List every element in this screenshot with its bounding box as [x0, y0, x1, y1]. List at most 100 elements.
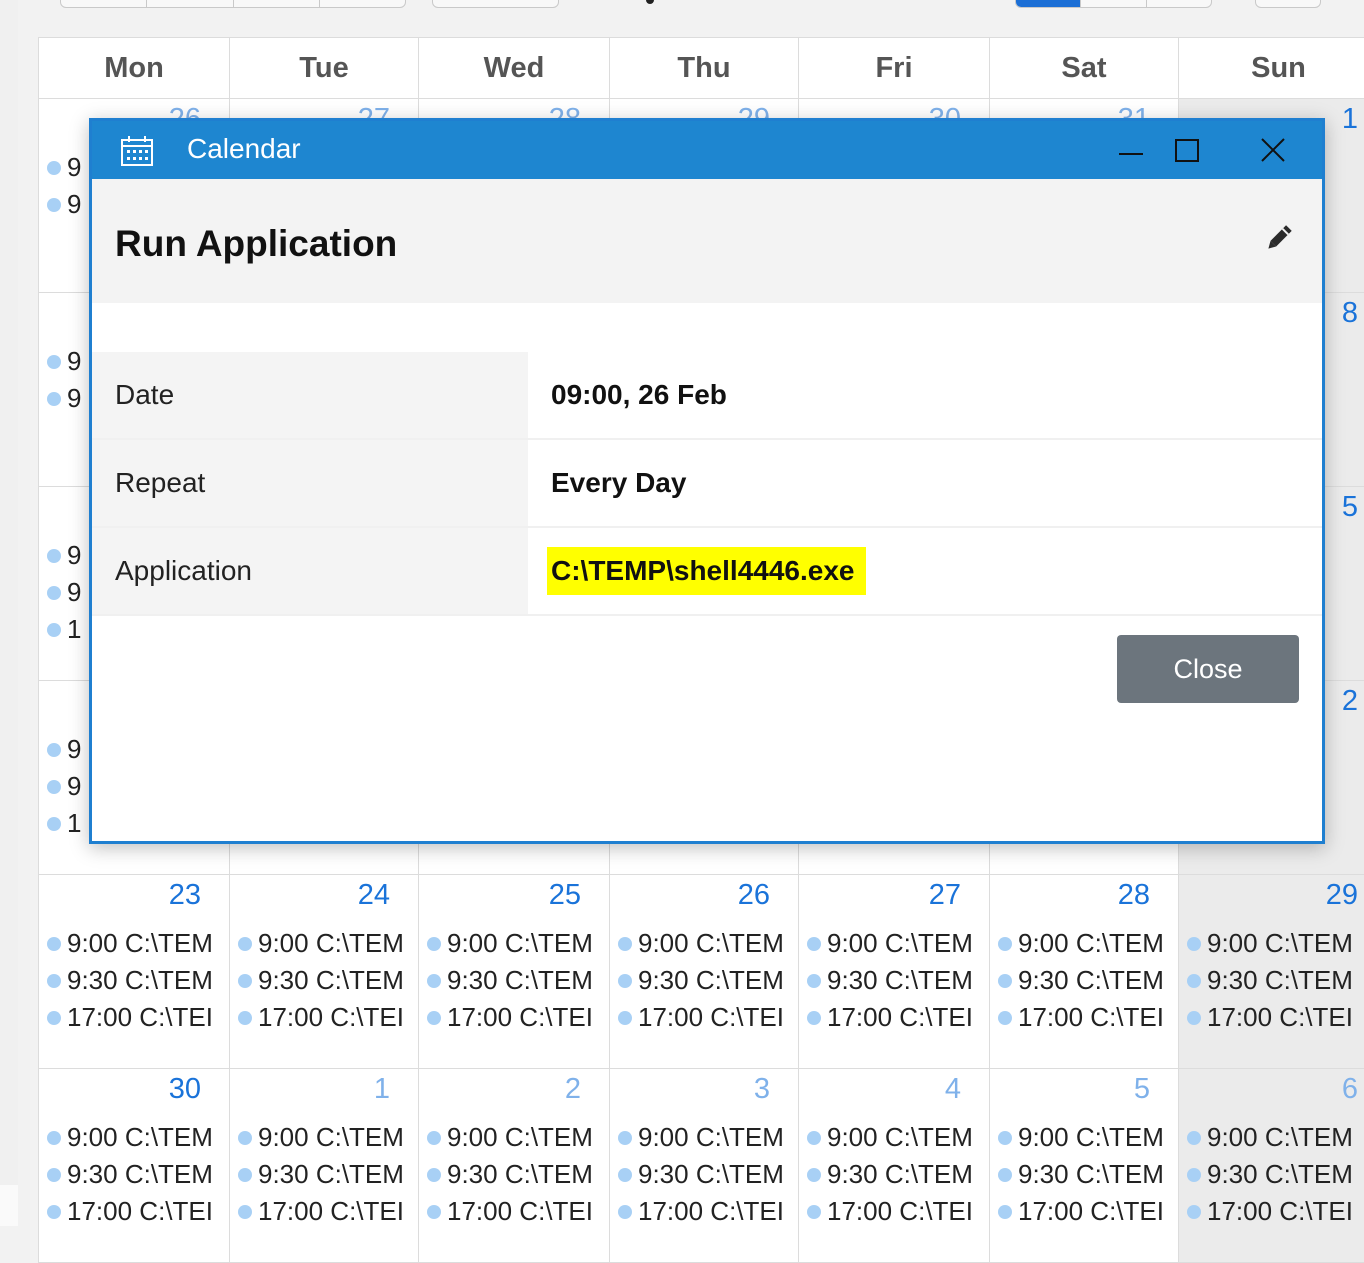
calendar-event[interactable]: 9:00 C:\TEM: [807, 925, 989, 962]
calendar-event[interactable]: 9:30 C:\TEM: [47, 1156, 229, 1193]
day-cell[interactable]: 25 9:00 C:\TEM 9:30 C:\TEM 17:00 C:\TEI: [419, 875, 610, 1068]
calendar-event[interactable]: 9:30 C:\TEM: [807, 962, 989, 999]
event-text: 9: [67, 189, 82, 219]
event-dot-icon: [47, 622, 61, 637]
day-cell[interactable]: 24 9:00 C:\TEM 9:30 C:\TEM 17:00 C:\TEI: [230, 875, 419, 1068]
calendar-event[interactable]: 9:30 C:\TEM: [238, 962, 418, 999]
dialog-header: Run Application: [92, 179, 1322, 303]
event-dot-icon: [47, 1130, 61, 1145]
minimize-icon[interactable]: [1108, 127, 1154, 173]
calendar-event[interactable]: 17:00 C:\TEI: [1187, 999, 1364, 1036]
calendar-event[interactable]: 17:00 C:\TEI: [427, 999, 609, 1036]
calendar-event[interactable]: 9:00 C:\TEM: [47, 1119, 229, 1156]
day-number[interactable]: 24: [358, 879, 390, 912]
day-cell[interactable]: 6 9:00 C:\TEM 9:30 C:\TEM 17:00 C:\TEI: [1179, 1069, 1364, 1262]
calendar-event[interactable]: 9:30 C:\TEM: [807, 1156, 989, 1193]
calendar-event[interactable]: 9:00 C:\TEM: [807, 1119, 989, 1156]
today-button[interactable]: [432, 0, 559, 8]
day-cell[interactable]: 2 9:00 C:\TEM 9:30 C:\TEM 17:00 C:\TEI: [419, 1069, 610, 1262]
calendar-event[interactable]: 9:30 C:\TEM: [998, 962, 1178, 999]
day-cell[interactable]: 28 9:00 C:\TEM 9:30 C:\TEM 17:00 C:\TEI: [990, 875, 1179, 1068]
calendar-event[interactable]: 9:30 C:\TEM: [1187, 962, 1364, 999]
calendar-event[interactable]: 17:00 C:\TEI: [998, 1193, 1178, 1230]
day-number[interactable]: 5: [1134, 1073, 1150, 1106]
toolbar-extra-button[interactable]: [1255, 0, 1321, 8]
day-cell[interactable]: 23 9:00 C:\TEM 9:30 C:\TEM 17:00 C:\TEI: [39, 875, 230, 1068]
event-dot-icon: [618, 1130, 632, 1145]
day-cell[interactable]: 4 9:00 C:\TEM 9:30 C:\TEM 17:00 C:\TEI: [799, 1069, 990, 1262]
calendar-event[interactable]: 17:00 C:\TEI: [807, 1193, 989, 1230]
calendar-event[interactable]: 9:00 C:\TEM: [47, 925, 229, 962]
calendar-event[interactable]: 9:00 C:\TEM: [998, 925, 1178, 962]
calendar-event[interactable]: 9:30 C:\TEM: [618, 1156, 798, 1193]
calendar-event[interactable]: 17:00 C:\TEI: [1187, 1193, 1364, 1230]
calendar-event[interactable]: 9:30 C:\TEM: [427, 1156, 609, 1193]
event-text: 9:30 C:\TEM: [638, 965, 784, 995]
day-number[interactable]: 2: [1342, 685, 1358, 718]
day-cell[interactable]: 29 9:00 C:\TEM 9:30 C:\TEM 17:00 C:\TEI: [1179, 875, 1364, 1068]
day-number[interactable]: 30: [169, 1073, 201, 1106]
detail-value: Every Day: [551, 467, 687, 498]
day-cell[interactable]: 3 9:00 C:\TEM 9:30 C:\TEM 17:00 C:\TEI: [610, 1069, 799, 1262]
event-dot-icon: [1187, 973, 1201, 988]
event-dot-icon: [47, 354, 61, 369]
calendar-event[interactable]: 9:00 C:\TEM: [238, 925, 418, 962]
calendar-event[interactable]: 9:00 C:\TEM: [998, 1119, 1178, 1156]
calendar-event[interactable]: 17:00 C:\TEI: [807, 999, 989, 1036]
event-text: 9:30 C:\TEM: [258, 1159, 404, 1189]
calendar-event[interactable]: 9:30 C:\TEM: [238, 1156, 418, 1193]
calendar-event[interactable]: 9:00 C:\TEM: [618, 1119, 798, 1156]
calendar-event[interactable]: 9:30 C:\TEM: [998, 1156, 1178, 1193]
day-number[interactable]: 1: [374, 1073, 390, 1106]
day-number[interactable]: 3: [754, 1073, 770, 1106]
calendar-event[interactable]: 9:00 C:\TEM: [238, 1119, 418, 1156]
day-number[interactable]: 23: [169, 879, 201, 912]
event-dot-icon: [47, 1010, 61, 1025]
calendar-event[interactable]: 9:30 C:\TEM: [1187, 1156, 1364, 1193]
calendar-event[interactable]: 17:00 C:\TEI: [618, 1193, 798, 1230]
calendar-event[interactable]: 9:30 C:\TEM: [618, 962, 798, 999]
event-text: 9: [67, 383, 82, 413]
close-icon[interactable]: [1250, 127, 1296, 173]
calendar-event[interactable]: 17:00 C:\TEI: [47, 999, 229, 1036]
calendar-event[interactable]: 9:00 C:\TEM: [1187, 925, 1364, 962]
dialog-titlebar[interactable]: Calendar: [92, 121, 1322, 179]
calendar-event[interactable]: 9:30 C:\TEM: [47, 962, 229, 999]
day-number[interactable]: 26: [738, 879, 770, 912]
calendar-event[interactable]: 17:00 C:\TEI: [618, 999, 798, 1036]
day-number[interactable]: 6: [1342, 1073, 1358, 1106]
day-cell[interactable]: 1 9:00 C:\TEM 9:30 C:\TEM 17:00 C:\TEI: [230, 1069, 419, 1262]
calendar-event[interactable]: 9:00 C:\TEM: [427, 925, 609, 962]
calendar-event[interactable]: 17:00 C:\TEI: [998, 999, 1178, 1036]
day-cell[interactable]: 27 9:00 C:\TEM 9:30 C:\TEM 17:00 C:\TEI: [799, 875, 990, 1068]
calendar-event[interactable]: 9:30 C:\TEM: [427, 962, 609, 999]
event-dot-icon: [238, 973, 252, 988]
calendar-event[interactable]: 9:00 C:\TEM: [1187, 1119, 1364, 1156]
day-number[interactable]: 5: [1342, 491, 1358, 524]
day-number[interactable]: 29: [1326, 879, 1358, 912]
day-cell[interactable]: 26 9:00 C:\TEM 9:30 C:\TEM 17:00 C:\TEI: [610, 875, 799, 1068]
maximize-icon[interactable]: [1164, 127, 1210, 173]
close-button[interactable]: Close: [1117, 635, 1299, 703]
day-number[interactable]: 2: [565, 1073, 581, 1106]
pencil-icon[interactable]: [1262, 221, 1296, 255]
calendar-event[interactable]: 17:00 C:\TEI: [427, 1193, 609, 1230]
day-cell[interactable]: 30 9:00 C:\TEM 9:30 C:\TEM 17:00 C:\TEI: [39, 1069, 230, 1262]
nav-button-group[interactable]: [60, 0, 406, 8]
detail-value: 09:00, 26 Feb: [551, 379, 727, 410]
day-number[interactable]: 4: [945, 1073, 961, 1106]
event-dot-icon: [1187, 1010, 1201, 1025]
day-number[interactable]: 8: [1342, 297, 1358, 330]
calendar-event[interactable]: 9:00 C:\TEM: [427, 1119, 609, 1156]
calendar-event[interactable]: 17:00 C:\TEI: [238, 1193, 418, 1230]
calendar-event[interactable]: 17:00 C:\TEI: [47, 1193, 229, 1230]
day-number[interactable]: 1: [1342, 103, 1358, 136]
calendar-event[interactable]: 9:00 C:\TEM: [618, 925, 798, 962]
weekday-header: Mon Tue Wed Thu Fri Sat Sun: [39, 38, 1364, 99]
view-switcher[interactable]: [1015, 0, 1212, 8]
day-number[interactable]: 28: [1118, 879, 1150, 912]
day-cell[interactable]: 5 9:00 C:\TEM 9:30 C:\TEM 17:00 C:\TEI: [990, 1069, 1179, 1262]
calendar-event[interactable]: 17:00 C:\TEI: [238, 999, 418, 1036]
day-number[interactable]: 27: [929, 879, 961, 912]
day-number[interactable]: 25: [549, 879, 581, 912]
